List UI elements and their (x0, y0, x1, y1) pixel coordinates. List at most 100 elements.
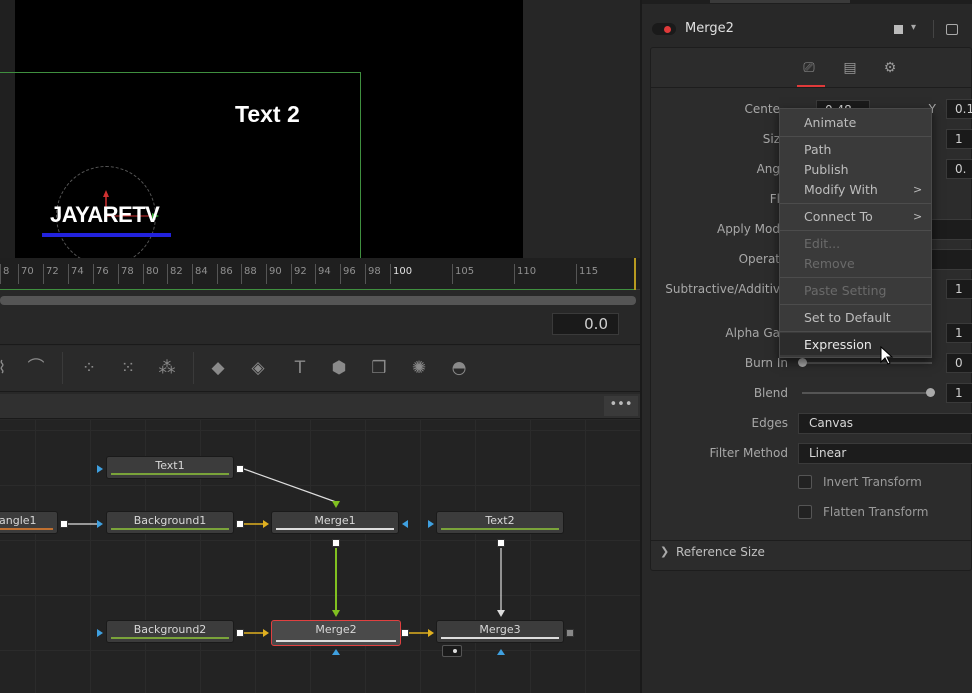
ruler-tick (68, 264, 69, 284)
ruler-tick (93, 264, 94, 284)
burn-in-slider-knob[interactable] (798, 358, 807, 367)
center-y-field[interactable]: 0.1 (946, 99, 972, 119)
menu-item-modify-with[interactable]: Modify With (804, 182, 878, 197)
foreground-input-icon[interactable] (497, 610, 505, 617)
particle-render-icon[interactable]: ⁙ (114, 354, 142, 382)
filter-method-dropdown[interactable]: Linear (798, 443, 972, 464)
input-port-icon[interactable] (97, 520, 103, 528)
particle-emitter-icon[interactable]: ⁘ (75, 354, 103, 382)
subtractive-additive-label: Subtractive/Additiv (665, 282, 780, 296)
mask-input-icon[interactable] (497, 649, 505, 655)
particle-grid-icon[interactable]: ⁂ (153, 354, 181, 382)
background-input-icon[interactable] (263, 520, 269, 528)
node-merge3[interactable]: Merge3 (436, 620, 564, 643)
node-rectangle1[interactable]: angle1 (0, 511, 58, 534)
apply-mode-dropdown[interactable] (930, 219, 972, 240)
more-options-button[interactable]: ••• (604, 396, 638, 416)
blend-field[interactable]: 1 (946, 383, 972, 403)
menu-item-connect-to[interactable]: Connect To (804, 209, 873, 224)
mask-input-icon[interactable] (402, 520, 408, 528)
output-port[interactable] (236, 629, 244, 637)
mask-input-icon[interactable] (332, 649, 340, 655)
chevron-right-icon[interactable]: ❯ (660, 545, 669, 558)
foreground-input-icon[interactable] (332, 501, 340, 508)
ruler-tick-label: 76 (96, 266, 109, 277)
image-plane-icon[interactable]: ◆ (204, 354, 232, 382)
window-icon[interactable] (946, 24, 958, 35)
output-port[interactable] (566, 629, 574, 637)
render-range-line (0, 289, 636, 290)
logo-underline (42, 233, 171, 237)
text-3d-icon[interactable]: T (286, 354, 314, 382)
menu-item-animate[interactable]: Animate (804, 115, 856, 130)
alpha-gain-field[interactable]: 1 (946, 323, 972, 343)
menu-item-expression[interactable]: Expression (804, 337, 872, 352)
angle-field[interactable]: 0. (946, 159, 972, 179)
input-port-icon[interactable] (428, 520, 434, 528)
renderer-3d-icon[interactable]: ❒ (365, 354, 393, 382)
ruler-tick-label: 72 (46, 266, 59, 277)
current-time-field[interactable]: 0.0 (552, 313, 619, 335)
playhead-end-marker[interactable] (634, 258, 636, 290)
shape-3d-icon[interactable]: ◈ (244, 354, 272, 382)
blend-slider-track[interactable] (802, 392, 932, 394)
ruler-tick-label: 100 (393, 266, 413, 277)
viewer-canvas[interactable]: Text 2 JAYARETV (15, 0, 523, 258)
burn-in-field[interactable]: 0 (946, 353, 972, 373)
output-port[interactable] (60, 520, 68, 528)
reference-size-label[interactable]: Reference Size (676, 545, 765, 559)
time-controls (0, 305, 640, 345)
output-port[interactable] (236, 520, 244, 528)
node-color-square-icon[interactable] (894, 25, 903, 34)
scrub-bar[interactable] (0, 296, 636, 305)
output-port[interactable] (497, 539, 505, 547)
inspector-tab-strip (710, 0, 850, 3)
background-input-icon[interactable] (428, 629, 434, 637)
ruler-tick (452, 264, 453, 284)
node-text2[interactable]: Text2 (436, 511, 564, 534)
bezier-tool-icon[interactable]: ⌇ (0, 354, 16, 382)
output-port[interactable] (401, 629, 409, 637)
foreground-input-icon[interactable] (332, 610, 340, 617)
blend-slider-knob[interactable] (926, 388, 935, 397)
operator-dropdown[interactable] (930, 249, 972, 270)
node-merge2[interactable]: Merge2 (271, 620, 401, 646)
viewer-side (523, 0, 640, 258)
background-input-icon[interactable] (263, 629, 269, 637)
menu-item-edit[interactable]: Edit... (804, 236, 840, 251)
node-background2[interactable]: Background2 (106, 620, 234, 643)
ruler-tick-label: 96 (343, 266, 356, 277)
camera-3d-icon[interactable]: ◓ (445, 354, 473, 382)
invert-transform-checkbox[interactable] (798, 475, 812, 489)
ruler-tick (18, 264, 19, 284)
tab-controls-icon[interactable]: ⎚ (797, 60, 821, 78)
input-port-icon[interactable] (97, 465, 103, 473)
menu-item-set-to-default[interactable]: Set to Default (804, 310, 891, 325)
subtractive-additive-field[interactable]: 1 (946, 279, 972, 299)
ruler-tick (291, 264, 292, 284)
menu-item-path[interactable]: Path (804, 142, 831, 157)
node-merge1[interactable]: Merge1 (271, 511, 399, 534)
apply-mode-label: Apply Mod (716, 222, 780, 236)
node-background1[interactable]: Background1 (106, 511, 234, 534)
size-field[interactable]: 1 (946, 129, 972, 149)
node-text1[interactable]: Text1 (106, 456, 234, 479)
tab-settings-icon[interactable]: ⚙ (878, 60, 902, 78)
output-port[interactable] (332, 539, 340, 547)
menu-item-publish[interactable]: Publish (804, 162, 849, 177)
chevron-down-icon[interactable]: ▾ (911, 22, 916, 33)
burn-in-slider-track[interactable] (802, 362, 932, 364)
output-port[interactable] (236, 465, 244, 473)
input-port-icon[interactable] (97, 629, 103, 637)
menu-separator (780, 203, 931, 204)
curve-tool-icon[interactable]: ⌒ (22, 354, 50, 382)
tab-channels-icon[interactable]: ▤ (838, 60, 862, 78)
spotlight-icon[interactable]: ✺ (405, 354, 433, 382)
flatten-transform-checkbox[interactable] (798, 505, 812, 519)
edges-dropdown[interactable]: Canvas (798, 413, 972, 434)
merge-3d-icon[interactable]: ⬢ (325, 354, 353, 382)
menu-item-remove[interactable]: Remove (804, 256, 855, 271)
ruler-tick-label: 74 (71, 266, 84, 277)
ruler-tick (315, 264, 316, 284)
menu-item-paste-setting[interactable]: Paste Setting (804, 283, 886, 298)
